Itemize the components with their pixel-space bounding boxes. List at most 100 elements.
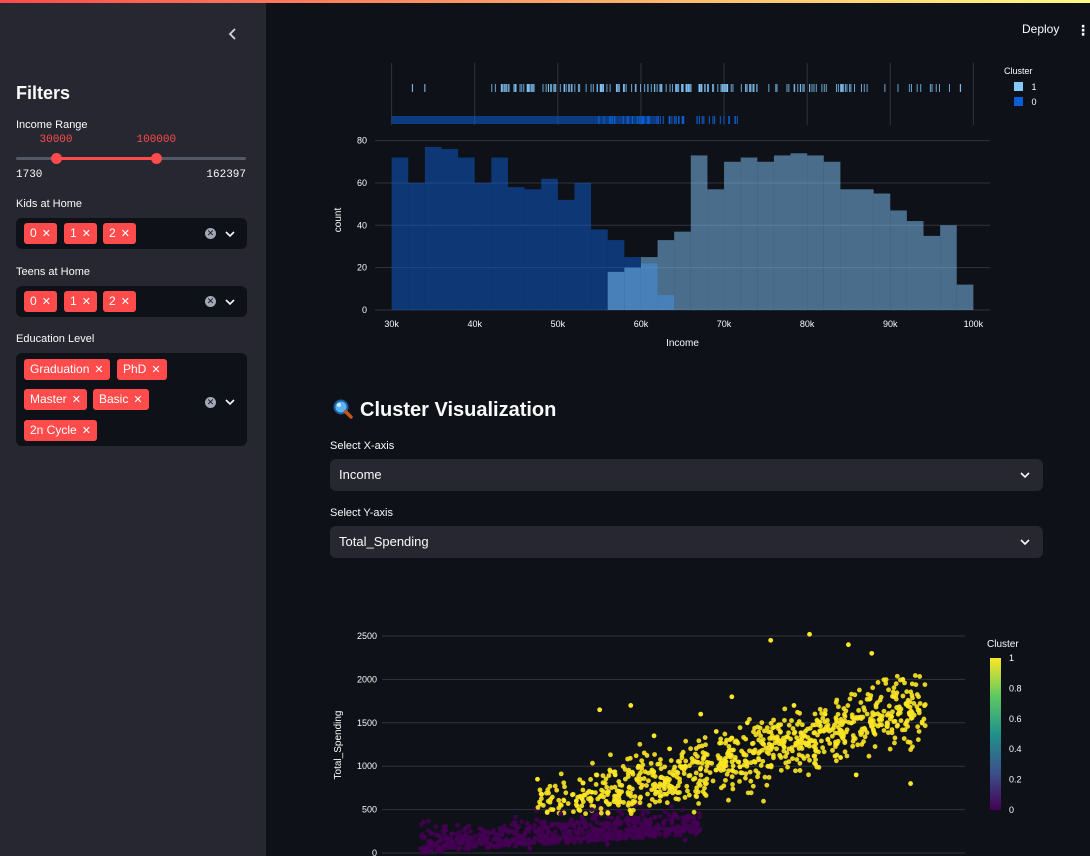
scatter-point-cluster-1 (803, 728, 808, 734)
clear-all-icon[interactable]: ✕ (205, 228, 216, 239)
scatter-point-cluster-1 (696, 801, 702, 806)
remove-tag-icon[interactable]: ✕ (82, 425, 91, 437)
scatter-point-cluster-1 (543, 790, 549, 796)
scatter-point-cluster-1 (833, 741, 839, 747)
scatter-point-cluster-0 (452, 844, 458, 850)
scatter-point-cluster-1 (806, 743, 812, 749)
kids-tag[interactable]: 0 ✕ (24, 223, 57, 244)
scatter-point-cluster-1 (563, 790, 569, 796)
scatter-point-cluster-1 (761, 741, 766, 747)
scatter-point-cluster-1 (786, 759, 792, 765)
scatter-point-cluster-1 (869, 719, 874, 724)
scatter-point-cluster-1 (633, 753, 639, 759)
hist-x-tick: 100k (964, 319, 984, 329)
chevron-down-icon[interactable] (224, 396, 236, 408)
scatter-point-cluster-0 (526, 837, 532, 842)
remove-tag-icon[interactable]: ✕ (82, 296, 91, 308)
scatter-point-cluster-1 (583, 811, 588, 817)
scatter-point-cluster-1 (894, 723, 900, 729)
income-range-slider[interactable] (16, 153, 246, 164)
education-tag[interactable]: Graduation ✕ (24, 359, 110, 380)
scatter-point-cluster-0 (589, 807, 595, 812)
scatter-point-cluster-0 (696, 811, 702, 816)
teens-tag[interactable]: 0 ✕ (24, 291, 57, 312)
income-low-thumb[interactable] (51, 153, 63, 164)
scatter-point-cluster-1 (900, 677, 906, 682)
clear-all-icon[interactable]: ✕ (205, 296, 216, 307)
income-high-thumb[interactable] (151, 153, 163, 164)
scatter-point-cluster-0 (605, 841, 610, 847)
remove-tag-icon[interactable]: ✕ (42, 228, 51, 240)
kids-tag[interactable]: 1 ✕ (64, 223, 97, 244)
scatter-point-cluster-1 (777, 752, 783, 758)
remove-tag-icon[interactable]: ✕ (121, 296, 130, 308)
hist-bar-cluster-1 (840, 189, 858, 310)
x-axis-select[interactable]: Income (330, 459, 1043, 491)
chevron-down-icon[interactable] (224, 228, 236, 240)
scatter-point-cluster-0 (572, 821, 578, 827)
scatter-point-cluster-1 (797, 768, 803, 773)
remove-tag-icon[interactable]: ✕ (82, 228, 91, 240)
income-low-value: 30000 (39, 134, 73, 146)
remove-tag-icon[interactable]: ✕ (72, 394, 81, 406)
education-multiselect[interactable]: Graduation ✕ PhD ✕ Master ✕ Basic ✕ 2n Cycle… (16, 353, 247, 446)
scatter-point-cluster-1 (901, 736, 907, 741)
scatter-point-cluster-1 (667, 789, 672, 795)
scatter-point-cluster-1 (748, 778, 754, 784)
scatter-point-cluster-1 (832, 722, 837, 728)
scatter-point-cluster-1 (579, 796, 585, 802)
remove-tag-icon[interactable]: ✕ (42, 296, 51, 308)
remove-tag-icon[interactable]: ✕ (121, 228, 130, 240)
hist-y-tick: 80 (357, 136, 367, 146)
education-tag[interactable]: PhD ✕ (117, 359, 167, 380)
scatter-point-cluster-1 (851, 735, 857, 741)
education-tag[interactable]: Master ✕ (24, 389, 87, 410)
scatter-point-cluster-0 (651, 833, 657, 839)
scatter-point-cluster-1 (730, 768, 736, 774)
scatter-point-cluster-1 (764, 749, 770, 755)
scatter-point-cluster-1 (537, 787, 543, 793)
kids-tag[interactable]: 2 ✕ (103, 223, 136, 244)
scatter-point-cluster-1 (694, 794, 700, 800)
scatter-point-cluster-1 (619, 789, 625, 795)
kids-multiselect[interactable]: 0 ✕ 1 ✕ 2 ✕ ✕ (16, 218, 247, 249)
scatter-point-cluster-1 (768, 763, 774, 768)
scatter-point-cluster-1 (910, 695, 915, 701)
scatter-point-cluster-0 (512, 843, 518, 849)
scatter-point-cluster-1 (793, 768, 798, 774)
hist-bar-cluster-1 (607, 271, 625, 310)
chevron-down-icon[interactable] (224, 296, 236, 308)
hist-y-tick: 40 (357, 220, 367, 230)
y-axis-select[interactable]: Total_Spending (330, 526, 1043, 558)
hist-bar-cluster-0 (591, 229, 608, 310)
scatter-point-cluster-1 (814, 717, 820, 723)
scatter-point-cluster-1 (625, 756, 631, 762)
remove-tag-icon[interactable]: ✕ (94, 364, 103, 376)
collapse-sidebar-button[interactable] (222, 23, 244, 45)
chevron-down-icon (1020, 539, 1030, 546)
teens-tag[interactable]: 1 ✕ (64, 291, 97, 312)
teens-tag[interactable]: 2 ✕ (103, 291, 136, 312)
scatter-point-cluster-1 (913, 682, 919, 688)
deploy-button[interactable]: Deploy (1022, 22, 1059, 36)
scatter-point-cluster-1 (721, 767, 727, 773)
remove-tag-icon[interactable]: ✕ (133, 394, 142, 406)
scatter-point-cluster-1 (890, 689, 896, 695)
scatter-point-cluster-1 (755, 770, 761, 776)
education-tag[interactable]: 2n Cycle ✕ (24, 420, 97, 441)
scatter-point-cluster-0 (511, 820, 517, 825)
kebab-menu-icon[interactable]: ⋮ (1076, 22, 1090, 39)
education-tag[interactable]: Basic ✕ (93, 389, 149, 410)
income-high-value: 100000 (136, 134, 177, 146)
teens-multiselect[interactable]: 0 ✕ 1 ✕ 2 ✕ ✕ (16, 286, 247, 317)
scatter-point-cluster-1 (889, 727, 895, 732)
scatter-point-cluster-1 (811, 730, 817, 736)
remove-tag-icon[interactable]: ✕ (151, 364, 160, 376)
scatter-point-cluster-1 (737, 725, 743, 731)
clear-all-icon[interactable]: ✕ (205, 397, 216, 408)
colorbar (990, 658, 1001, 810)
scatter-point-cluster-0 (434, 848, 440, 853)
scatter-point-cluster-1 (766, 774, 772, 780)
scatter-point-cluster-1 (696, 781, 701, 787)
hist-bar-cluster-0 (574, 182, 592, 310)
